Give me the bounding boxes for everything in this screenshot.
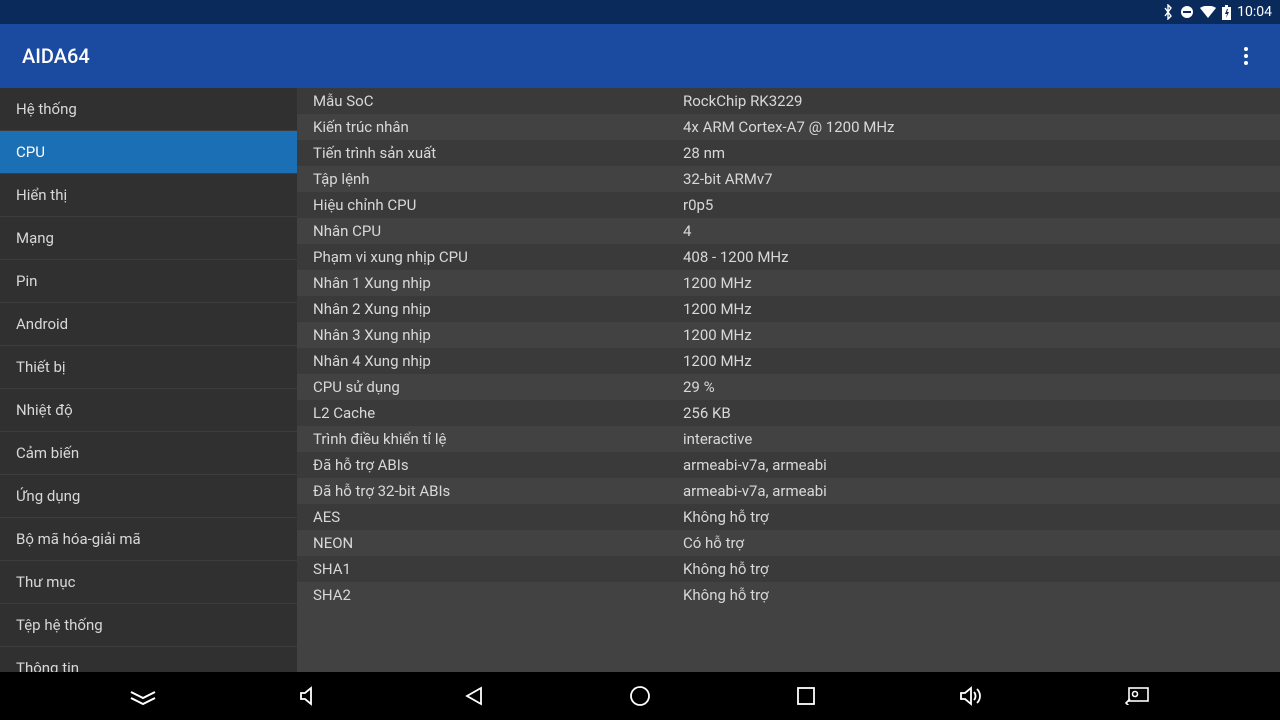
detail-label: SHA1 — [297, 560, 683, 578]
content-area: Hệ thốngCPUHiển thịMạngPinAndroidThiết b… — [0, 88, 1280, 672]
detail-label: Mẫu SoC — [297, 92, 683, 110]
detail-row: Nhân 2 Xung nhịp1200 MHz — [297, 296, 1280, 322]
status-bar: 10:04 — [0, 0, 1280, 24]
detail-value: interactive — [683, 430, 1280, 448]
detail-value: 32-bit ARMv7 — [683, 170, 1280, 188]
sidebar-item[interactable]: CPU — [0, 131, 297, 174]
detail-value: 1200 MHz — [683, 300, 1280, 318]
detail-label: Phạm vi xung nhịp CPU — [297, 248, 683, 266]
detail-row: Mẫu SoCRockChip RK3229 — [297, 88, 1280, 114]
detail-label: CPU sử dụng — [297, 378, 683, 396]
sidebar-item[interactable]: Cảm biến — [0, 432, 297, 475]
detail-label: Hiệu chỉnh CPU — [297, 196, 683, 214]
screenshot-button[interactable] — [1107, 672, 1167, 720]
detail-value: RockChip RK3229 — [683, 92, 1280, 110]
sidebar-item[interactable]: Tệp hệ thống — [0, 604, 297, 647]
dnd-icon — [1180, 5, 1194, 19]
detail-value: Không hỗ trợ — [683, 560, 1280, 578]
detail-value: r0p5 — [683, 196, 1280, 214]
detail-value: 1200 MHz — [683, 352, 1280, 370]
detail-row: Kiến trúc nhân4x ARM Cortex-A7 @ 1200 MH… — [297, 114, 1280, 140]
detail-label: Nhân 2 Xung nhịp — [297, 300, 683, 318]
sidebar-item[interactable]: Thông tin — [0, 647, 297, 672]
home-button[interactable] — [610, 672, 670, 720]
detail-panel: Mẫu SoCRockChip RK3229Kiến trúc nhân4x A… — [297, 88, 1280, 672]
sidebar-item[interactable]: Hiển thị — [0, 174, 297, 217]
app-bar: AIDA64 — [0, 24, 1280, 88]
sidebar-item[interactable]: Android — [0, 303, 297, 346]
nav-drawer-button[interactable] — [113, 672, 173, 720]
back-button[interactable] — [444, 672, 504, 720]
detail-row: L2 Cache256 KB — [297, 400, 1280, 426]
sidebar-item[interactable]: Thiết bị — [0, 346, 297, 389]
detail-label: Đã hỗ trợ ABIs — [297, 456, 683, 474]
detail-row: CPU sử dụng29 % — [297, 374, 1280, 400]
sidebar-item[interactable]: Bộ mã hóa-giải mã — [0, 518, 297, 561]
detail-row: Tiến trình sản xuất28 nm — [297, 140, 1280, 166]
wifi-icon — [1200, 6, 1216, 18]
detail-value: 1200 MHz — [683, 274, 1280, 292]
detail-value: 28 nm — [683, 144, 1280, 162]
more-menu-button[interactable] — [1234, 44, 1258, 68]
navigation-bar — [0, 672, 1280, 720]
detail-value: 4 — [683, 222, 1280, 240]
sidebar-item[interactable]: Hệ thống — [0, 88, 297, 131]
detail-row: Nhân 3 Xung nhịp1200 MHz — [297, 322, 1280, 348]
detail-row: NEONCó hỗ trợ — [297, 530, 1280, 556]
detail-row: SHA2Không hỗ trợ — [297, 582, 1280, 608]
detail-label: Trình điều khiển tỉ lệ — [297, 430, 683, 448]
detail-value: Có hỗ trợ — [683, 534, 1280, 552]
detail-label: Kiến trúc nhân — [297, 118, 683, 136]
detail-row: Nhân 4 Xung nhịp1200 MHz — [297, 348, 1280, 374]
volume-up-button[interactable] — [941, 672, 1001, 720]
sidebar-item[interactable]: Ứng dụng — [0, 475, 297, 518]
bluetooth-icon — [1162, 4, 1174, 20]
detail-value: armeabi-v7a, armeabi — [683, 482, 1280, 500]
detail-value: Không hỗ trợ — [683, 508, 1280, 526]
detail-value: 29 % — [683, 378, 1280, 396]
detail-row: AESKhông hỗ trợ — [297, 504, 1280, 530]
detail-row: Phạm vi xung nhịp CPU408 - 1200 MHz — [297, 244, 1280, 270]
sidebar-item[interactable]: Thư mục — [0, 561, 297, 604]
detail-label: Tiến trình sản xuất — [297, 144, 683, 162]
detail-row: Tập lệnh32-bit ARMv7 — [297, 166, 1280, 192]
detail-label: NEON — [297, 534, 683, 552]
detail-label: Nhân 1 Xung nhịp — [297, 274, 683, 292]
detail-value: 4x ARM Cortex-A7 @ 1200 MHz — [683, 118, 1280, 136]
detail-label: Nhân 4 Xung nhịp — [297, 352, 683, 370]
detail-value: Không hỗ trợ — [683, 586, 1280, 604]
battery-icon — [1222, 5, 1231, 20]
sidebar-item[interactable]: Nhiệt độ — [0, 389, 297, 432]
detail-value: 256 KB — [683, 404, 1280, 422]
detail-label: Nhân 3 Xung nhịp — [297, 326, 683, 344]
sidebar: Hệ thốngCPUHiển thịMạngPinAndroidThiết b… — [0, 88, 297, 672]
detail-row: SHA1Không hỗ trợ — [297, 556, 1280, 582]
detail-label: L2 Cache — [297, 404, 683, 422]
app-title: AIDA64 — [22, 44, 90, 68]
detail-row: Hiệu chỉnh CPUr0p5 — [297, 192, 1280, 218]
detail-row: Trình điều khiển tỉ lệinteractive — [297, 426, 1280, 452]
detail-label: SHA2 — [297, 586, 683, 604]
detail-row: Đã hỗ trợ ABIsarmeabi-v7a, armeabi — [297, 452, 1280, 478]
detail-label: AES — [297, 508, 683, 526]
detail-label: Tập lệnh — [297, 170, 683, 188]
sidebar-item[interactable]: Mạng — [0, 217, 297, 260]
detail-value: 408 - 1200 MHz — [683, 248, 1280, 266]
detail-row: Đã hỗ trợ 32-bit ABIsarmeabi-v7a, armeab… — [297, 478, 1280, 504]
recents-button[interactable] — [776, 672, 836, 720]
detail-label: Đã hỗ trợ 32-bit ABIs — [297, 482, 683, 500]
sidebar-item[interactable]: Pin — [0, 260, 297, 303]
status-time: 10:04 — [1237, 4, 1272, 20]
volume-down-button[interactable] — [279, 672, 339, 720]
detail-row: Nhân CPU4 — [297, 218, 1280, 244]
detail-value: 1200 MHz — [683, 326, 1280, 344]
detail-label: Nhân CPU — [297, 222, 683, 240]
detail-value: armeabi-v7a, armeabi — [683, 456, 1280, 474]
detail-row: Nhân 1 Xung nhịp1200 MHz — [297, 270, 1280, 296]
